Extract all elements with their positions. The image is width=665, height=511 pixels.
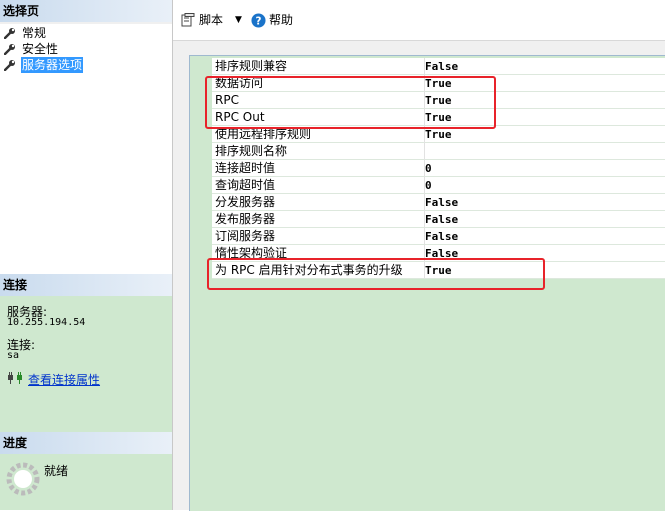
- property-name: 发布服务器: [215, 212, 276, 226]
- property-value[interactable]: False: [424, 228, 458, 245]
- svg-text:?: ?: [256, 15, 262, 27]
- help-label: 帮助: [269, 13, 294, 27]
- property-row[interactable]: 排序规则兼容 False: [190, 58, 665, 75]
- property-row[interactable]: 查询超时值 0: [190, 177, 665, 194]
- row-gutter: [190, 143, 212, 160]
- help-button[interactable]: ? 帮助: [251, 10, 293, 30]
- property-value[interactable]: False: [424, 58, 458, 75]
- connection-value: sa: [7, 350, 20, 361]
- property-row[interactable]: 发布服务器 False: [190, 211, 665, 228]
- property-value[interactable]: 0: [424, 177, 432, 194]
- property-row[interactable]: 排序规则名称: [190, 143, 665, 160]
- page-item-label: 常规: [22, 26, 47, 40]
- property-row[interactable]: 订阅服务器 False: [190, 228, 665, 245]
- wrench-icon: [4, 44, 15, 55]
- select-page-header: 选择页: [0, 0, 172, 22]
- connection-header: 连接: [0, 274, 172, 296]
- row-gutter: [190, 160, 212, 177]
- annotation-box-distributed-txn: [207, 258, 545, 290]
- page-list: 常规 安全性 服务器选项: [0, 24, 172, 274]
- row-gutter: [190, 177, 212, 194]
- page-item-security[interactable]: 安全性: [0, 41, 172, 57]
- page-item-label: 服务器选项: [21, 57, 84, 73]
- property-value[interactable]: False: [424, 194, 458, 211]
- property-value[interactable]: False: [424, 211, 458, 228]
- wrench-icon: [4, 60, 15, 71]
- view-connection-properties-link[interactable]: 查看连接属性: [28, 371, 100, 388]
- property-name: 查询超时值: [215, 178, 276, 192]
- help-icon: ?: [251, 12, 266, 28]
- left-pane: 选择页 常规 安全性 服务器选项 连接 服务器: 10.255.194.54 连…: [0, 0, 173, 510]
- property-name: 排序规则名称: [215, 144, 288, 158]
- property-name: 连接超时值: [215, 161, 276, 175]
- connection-panel: 服务器: 10.255.194.54 连接: sa 查看连接属性: [0, 296, 172, 432]
- row-gutter: [190, 228, 212, 245]
- property-value[interactable]: [424, 143, 425, 160]
- property-row[interactable]: 分发服务器 False: [190, 194, 665, 211]
- script-label: 脚本: [199, 13, 224, 27]
- property-name: 排序规则兼容: [215, 59, 288, 73]
- plug-icon: [8, 372, 22, 384]
- page-item-label: 安全性: [22, 42, 59, 56]
- property-name: 分发服务器: [215, 195, 276, 209]
- progress-header: 进度: [0, 432, 172, 454]
- property-value[interactable]: 0: [424, 160, 432, 177]
- page-item-server-options[interactable]: 服务器选项: [0, 57, 172, 73]
- progress-status: 就绪: [44, 464, 69, 478]
- property-row[interactable]: 连接超时值 0: [190, 160, 665, 177]
- chevron-down-icon[interactable]: ▼: [235, 10, 242, 30]
- row-gutter: [190, 211, 212, 228]
- wrench-icon: [4, 28, 15, 39]
- script-icon: [181, 13, 195, 27]
- toolbar: 脚本 ▼ ? 帮助: [173, 0, 665, 41]
- property-name: 订阅服务器: [215, 229, 276, 243]
- server-value: 10.255.194.54: [7, 317, 86, 328]
- row-gutter: [190, 194, 212, 211]
- annotation-box-rpc: [205, 76, 496, 129]
- progress-ring-icon: [6, 462, 40, 496]
- script-button[interactable]: 脚本 ▼: [181, 10, 242, 30]
- page-item-general[interactable]: 常规: [0, 25, 172, 41]
- progress-panel: 就绪: [0, 454, 172, 510]
- row-gutter: [190, 58, 212, 75]
